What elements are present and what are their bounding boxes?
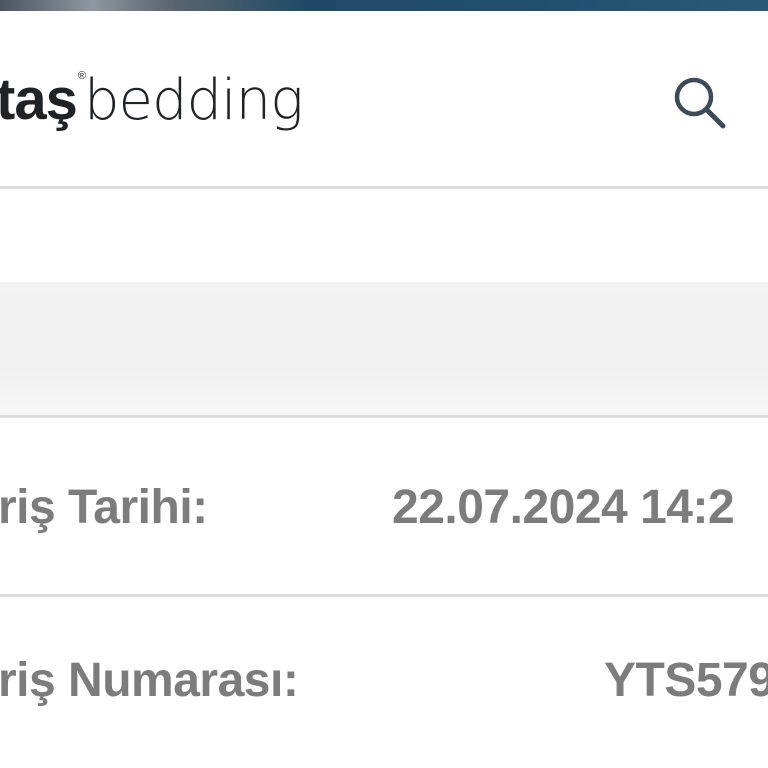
search-icon: [674, 77, 726, 129]
logo-product-text: bedding: [83, 68, 304, 133]
order-date-label: riş Tarihi:: [0, 481, 208, 534]
order-number-row: riş Numarası: YTS579: [0, 597, 768, 768]
search-button[interactable]: [668, 71, 732, 135]
order-number-value: YTS579: [604, 654, 768, 707]
order-date-value: 22.07.2024 14:2: [392, 481, 735, 534]
order-number-label: riş Numarası:: [0, 654, 299, 707]
page: taş®bedding riş Tarihi: 22.07.2024 14:2 …: [0, 0, 768, 768]
brand-logo[interactable]: taş®bedding: [0, 66, 304, 136]
top-banner-image: [0, 0, 768, 11]
info-banner-band: [0, 282, 768, 418]
site-header: taş®bedding: [0, 11, 768, 189]
order-date-row: riş Tarihi: 22.07.2024 14:2: [0, 418, 768, 597]
logo-brand-text: taş: [0, 67, 78, 132]
